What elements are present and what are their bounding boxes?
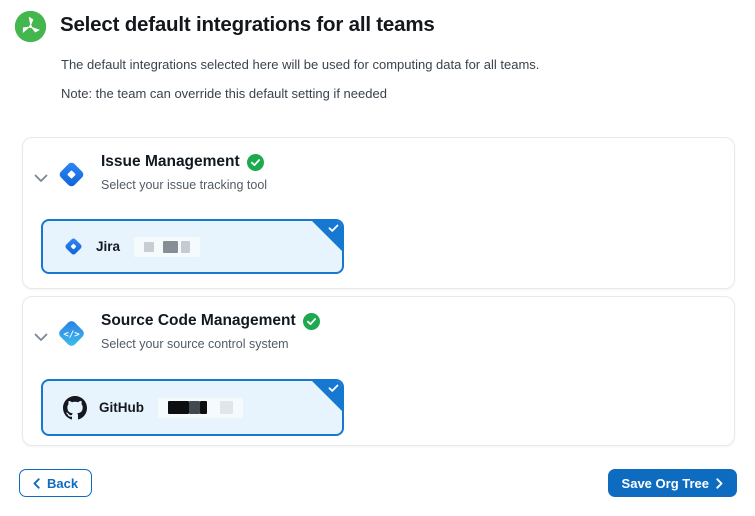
back-button-label: Back [47,476,78,491]
github-icon [63,396,87,420]
tool-name: Jira [96,239,120,254]
svg-text:</>: </> [63,330,80,340]
app-logo-icon [14,10,47,43]
select-default-integrations-page: Select default integrations for all team… [0,0,755,516]
jira-section-icon [56,159,87,190]
chevron-left-icon [33,478,40,489]
redacted-org-name [134,237,200,257]
check-circle-icon [303,313,320,330]
section-subtitle: Select your issue tracking tool [101,178,267,192]
selected-check-icon [312,221,342,251]
tool-name: GitHub [99,400,144,415]
section-title: Source Code Management [101,312,296,330]
selected-check-icon [312,381,342,411]
source-code-management-section: </> Source Code Management Select your s… [22,296,735,446]
check-circle-icon [247,154,264,171]
save-org-tree-button[interactable]: Save Org Tree [608,469,737,497]
source-code-section-icon: </> [56,318,87,349]
jira-option-card[interactable]: Jira [41,219,344,274]
save-button-label: Save Org Tree [622,476,709,491]
chevron-down-icon [34,333,48,342]
page-title: Select default integrations for all team… [60,13,435,37]
issue-management-section: Issue Management Select your issue track… [22,137,735,289]
page-note: Note: the team can override this default… [61,86,387,101]
section-title: Issue Management [101,153,240,171]
back-button[interactable]: Back [19,469,92,497]
page-description: The default integrations selected here w… [61,57,539,72]
chevron-down-icon [34,174,48,183]
redacted-org-name [158,398,243,418]
collapse-issue-management-button[interactable] [31,168,51,188]
collapse-source-code-button[interactable] [31,327,51,347]
section-subtitle: Select your source control system [101,337,289,351]
chevron-right-icon [716,478,723,489]
jira-icon [63,236,84,257]
github-option-card[interactable]: GitHub [41,379,344,436]
